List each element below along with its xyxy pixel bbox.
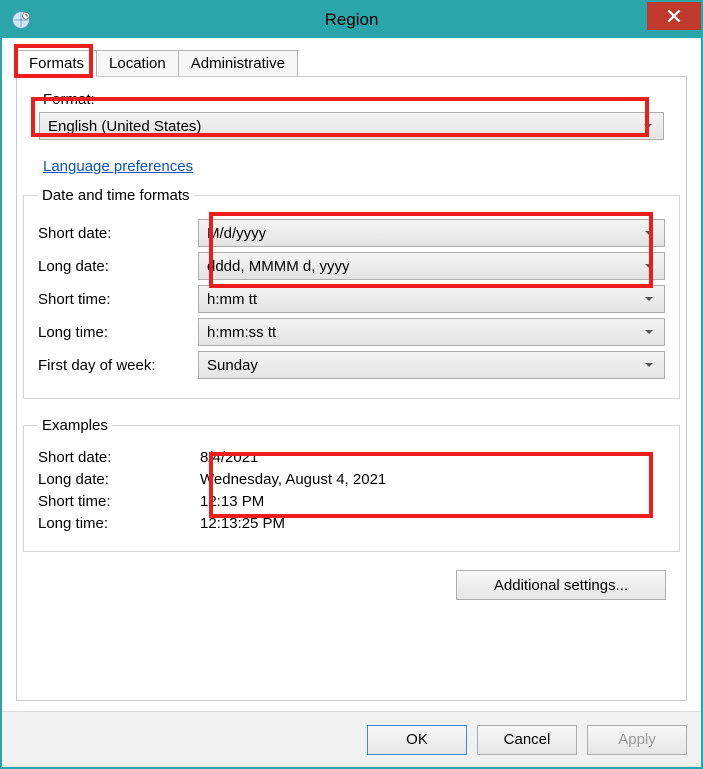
chevron-down-icon (642, 261, 656, 271)
examples-group: Examples Short date: 8/4/2021 Long date:… (23, 417, 680, 552)
tab-location[interactable]: Location (96, 50, 179, 77)
close-icon (667, 9, 681, 23)
format-label: Format: (43, 91, 664, 108)
examples-legend: Examples (38, 417, 112, 434)
cancel-button[interactable]: Cancel (477, 725, 577, 755)
chevron-down-icon (642, 294, 656, 304)
tab-formats[interactable]: Formats (16, 50, 97, 77)
short-date-label: Short date: (38, 225, 198, 242)
window-icon (10, 9, 32, 31)
tab-body: Format: English (United States) Language… (16, 77, 687, 701)
ex-short-time-value: 12:13 PM (198, 493, 665, 510)
short-time-label: Short time: (38, 291, 198, 308)
language-preferences-link[interactable]: Language preferences (43, 158, 193, 175)
ex-short-date-value: 8/4/2021 (198, 449, 665, 466)
ok-button[interactable]: OK (367, 725, 467, 755)
date-time-formats-group: Date and time formats Short date: M/d/yy… (23, 187, 680, 399)
long-date-value: dddd, MMMM d, yyyy (207, 258, 642, 275)
close-button[interactable] (647, 2, 701, 30)
first-day-label: First day of week: (38, 357, 198, 374)
dialog-footer: OK Cancel Apply (2, 711, 701, 767)
ex-long-time-value: 12:13:25 PM (198, 515, 665, 532)
region-dialog: Region Formats Location Administrative F… (0, 0, 703, 769)
long-time-dropdown[interactable]: h:mm:ss tt (198, 318, 665, 346)
window-title: Region (2, 10, 701, 30)
long-date-dropdown[interactable]: dddd, MMMM d, yyyy (198, 252, 665, 280)
format-dropdown[interactable]: English (United States) (39, 112, 664, 140)
first-day-dropdown[interactable]: Sunday (198, 351, 665, 379)
ex-short-time-label: Short time: (38, 493, 198, 510)
apply-button[interactable]: Apply (587, 725, 687, 755)
chevron-down-icon (642, 228, 656, 238)
short-time-dropdown[interactable]: h:mm tt (198, 285, 665, 313)
long-time-label: Long time: (38, 324, 198, 341)
short-date-dropdown[interactable]: M/d/yyyy (198, 219, 665, 247)
tabstrip: Formats Location Administrative (2, 38, 701, 77)
date-time-formats-legend: Date and time formats (38, 187, 194, 204)
tab-administrative[interactable]: Administrative (178, 50, 298, 77)
short-date-value: M/d/yyyy (207, 225, 642, 242)
titlebar: Region (2, 2, 701, 38)
ex-long-date-value: Wednesday, August 4, 2021 (198, 471, 665, 488)
long-date-label: Long date: (38, 258, 198, 275)
short-time-value: h:mm tt (207, 291, 642, 308)
ex-long-date-label: Long date: (38, 471, 198, 488)
chevron-down-icon (641, 121, 655, 131)
chevron-down-icon (642, 360, 656, 370)
ex-long-time-label: Long time: (38, 515, 198, 532)
additional-settings-button[interactable]: Additional settings... (456, 570, 666, 600)
chevron-down-icon (642, 327, 656, 337)
ex-short-date-label: Short date: (38, 449, 198, 466)
format-value: English (United States) (48, 118, 641, 135)
first-day-value: Sunday (207, 357, 642, 374)
long-time-value: h:mm:ss tt (207, 324, 642, 341)
